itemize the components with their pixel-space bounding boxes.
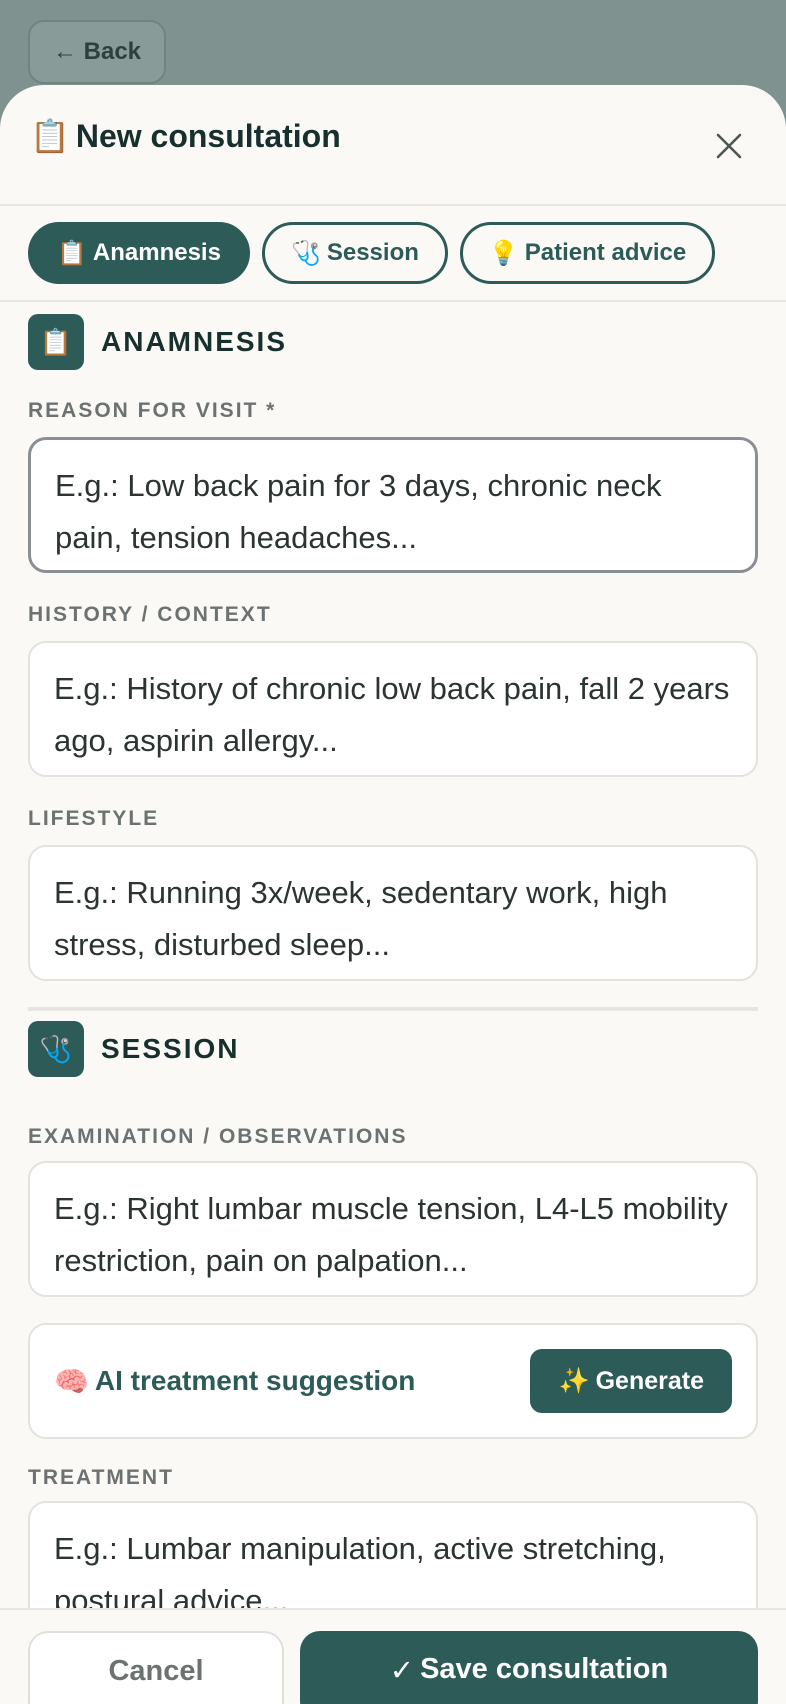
treatment-field[interactable]: E.g.: Lumbar manipulation, active stretc…	[28, 1501, 758, 1609]
lifestyle-label: LIFESTYLE	[28, 807, 160, 830]
form-content[interactable]: 📋 ANAMNESIS REASON FOR VISIT * E.g.: Low…	[0, 304, 786, 1609]
back-label: ← Back	[52, 38, 142, 65]
session-section-header: 🩺 SESSION	[28, 1021, 239, 1077]
history-label: HISTORY / CONTEXT	[28, 603, 272, 626]
sheet-header: 📋 New consultation	[0, 85, 786, 206]
section-title: SESSION	[101, 1033, 240, 1064]
ai-suggestion-label: 🧠 AI treatment suggestion	[54, 1365, 415, 1398]
tab-patient-advice[interactable]: 💡 Patient advice	[459, 222, 716, 284]
check-icon: ✓	[389, 1655, 415, 1687]
footer-bar: Cancel ✓ Save consultation	[0, 1608, 786, 1704]
close-icon[interactable]	[712, 129, 746, 163]
cancel-button[interactable]: Cancel	[28, 1631, 284, 1704]
tab-session[interactable]: 🩺 Session	[261, 222, 448, 284]
reason-field[interactable]: E.g.: Low back pain for 3 days, chronic …	[28, 437, 758, 573]
tab-label: Patient advice	[524, 239, 687, 266]
treatment-label: TREATMENT	[28, 1466, 174, 1489]
section-title: ANAMNESIS	[101, 326, 288, 357]
generate-button[interactable]: ✨ Generate	[530, 1349, 732, 1413]
cancel-label: Cancel	[108, 1655, 204, 1687]
ai-suggestion-card: 🧠 AI treatment suggestion ✨ Generate	[28, 1323, 758, 1439]
title-text: New consultation	[75, 117, 341, 154]
back-button[interactable]: ← Back	[28, 20, 166, 84]
tab-label: Anamnesis	[92, 239, 221, 266]
tab-anamnesis[interactable]: 📋 Anamnesis	[28, 222, 250, 284]
generate-label: Generate	[595, 1366, 704, 1395]
tab-label: Session	[326, 239, 419, 266]
tab-bar: 📋 Anamnesis 🩺 Session 💡 Patient advice	[0, 206, 786, 302]
lightbulb-icon: 💡	[488, 239, 519, 267]
save-label: Save consultation	[420, 1653, 669, 1685]
section-divider	[28, 1007, 758, 1011]
stethoscope-icon: 🩺	[290, 239, 321, 267]
stethoscope-icon: 🩺	[28, 1021, 84, 1077]
examination-field[interactable]: E.g.: Right lumbar muscle tension, L4-L5…	[28, 1161, 758, 1297]
ai-label-text: AI treatment suggestion	[94, 1365, 416, 1396]
consultation-sheet: 📋 New consultation 📋 Anamnesis 🩺 Session…	[0, 85, 786, 1704]
clipboard-icon: 📋	[57, 239, 87, 267]
brain-icon: 🧠	[54, 1365, 89, 1397]
anamnesis-section-header: 📋 ANAMNESIS	[28, 314, 287, 370]
lifestyle-field[interactable]: E.g.: Running 3x/week, sedentary work, h…	[28, 845, 758, 981]
history-field[interactable]: E.g.: History of chronic low back pain, …	[28, 641, 758, 777]
sparkles-icon: ✨	[558, 1366, 590, 1395]
reason-label: REASON FOR VISIT *	[28, 399, 277, 422]
save-consultation-button[interactable]: ✓ Save consultation	[300, 1631, 758, 1704]
page-title: 📋 New consultation	[30, 117, 341, 155]
examination-label: EXAMINATION / OBSERVATIONS	[28, 1125, 408, 1148]
clipboard-icon: 📋	[28, 314, 84, 370]
clipboard-icon: 📋	[30, 118, 70, 154]
